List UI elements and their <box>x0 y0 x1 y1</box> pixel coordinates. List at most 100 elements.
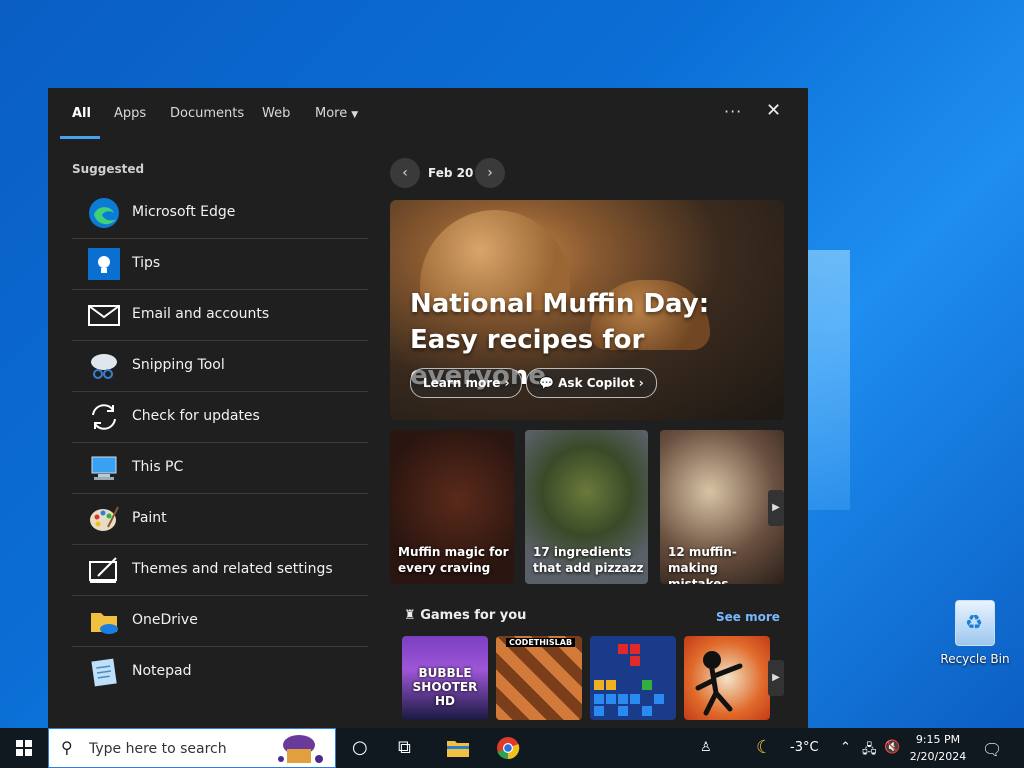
game-tile-bubble-shooter[interactable]: BUBBLE SHOOTER HD <box>402 636 488 720</box>
windows-logo-pane <box>16 749 23 756</box>
list-item-label: Snipping Tool <box>132 357 225 373</box>
taskbar: ⚲ ○ ⧉ ♙ ☾ -3°C ⌃ 🖧 🔇 9:15 PM 2/20/2024 🗨 <box>0 728 1024 768</box>
game-title: BUBBLE SHOOTER HD <box>412 666 478 708</box>
volume-muted-icon[interactable]: 🔇 <box>884 740 900 755</box>
story-card[interactable]: Muffin magic for every craving <box>390 430 514 584</box>
list-item-label: Paint <box>132 510 167 526</box>
suggested-heading: Suggested <box>72 162 145 176</box>
scissors-icon <box>91 354 117 379</box>
chrome-icon[interactable] <box>496 736 520 760</box>
chevron-left-icon[interactable]: ‹ <box>390 158 420 188</box>
windows-start-icon[interactable] <box>16 740 32 756</box>
learn-more-label: Learn more <box>423 376 501 390</box>
game-title: CODETHISLAB <box>506 638 576 647</box>
tab-apps[interactable]: Apps <box>114 106 146 121</box>
list-item-paint[interactable]: Paint <box>72 494 368 545</box>
search-tabs: All Apps Documents Web More ▼ ··· ✕ <box>48 88 808 140</box>
game-tile-chess[interactable]: CODETHISLAB <box>496 636 582 720</box>
people-icon[interactable]: ♙ <box>700 740 712 755</box>
refresh-icon <box>92 404 116 430</box>
stickman-figure <box>695 651 743 716</box>
story-card[interactable]: 12 muffin-making mistakes <box>660 430 784 584</box>
story-card[interactable]: 17 ingredients that add pizzazz <box>525 430 648 584</box>
tab-all[interactable]: All <box>72 106 91 121</box>
list-item-notepad[interactable]: Notepad <box>72 647 368 697</box>
game-tile-stickman[interactable] <box>684 636 770 720</box>
tips-lightbulb-icon <box>88 248 120 280</box>
onedrive-folder-icon <box>91 613 118 634</box>
palette-icon <box>90 506 119 531</box>
tab-web[interactable]: Web <box>262 106 290 121</box>
list-item-snipping-tool[interactable]: Snipping Tool <box>72 341 368 392</box>
list-item-tips[interactable]: Tips <box>72 239 368 290</box>
clock-date: 2/20/2024 <box>909 750 967 763</box>
story-caption: 17 ingredients that add pizzazz <box>533 545 644 575</box>
recycle-bin-icon <box>955 600 995 646</box>
story-cards: Muffin magic for every craving 17 ingred… <box>390 430 786 584</box>
block <box>606 694 616 704</box>
list-item-themes-and-related-settings[interactable]: Themes and related settings <box>72 545 368 596</box>
story-caption: 12 muffin-making mistakes <box>668 545 737 584</box>
block <box>606 680 616 690</box>
games-heading: ♜ Games for you <box>404 608 526 623</box>
block <box>642 680 652 690</box>
list-item-label: OneDrive <box>132 612 198 628</box>
cortana-circle-icon[interactable]: ○ <box>352 737 368 758</box>
scroll-right-arrow-icon[interactable]: ▶ <box>768 490 784 526</box>
block <box>630 644 640 654</box>
recycle-bin-shortcut[interactable]: Recycle Bin <box>940 600 1010 666</box>
caret-down-icon: ▼ <box>351 110 359 120</box>
chevron-right-icon: › <box>638 376 644 390</box>
suggested-list: Microsoft Edge Tips Email and accounts S… <box>72 188 368 697</box>
list-item-label: Check for updates <box>132 408 260 424</box>
list-item-label: This PC <box>132 459 184 475</box>
list-item-label: Microsoft Edge <box>132 204 236 220</box>
search-input[interactable] <box>87 737 271 761</box>
game-tile-blocks[interactable] <box>590 636 676 720</box>
windows-logo-pane <box>25 749 32 756</box>
list-item-label: Notepad <box>132 663 192 679</box>
scroll-right-arrow-icon[interactable]: ▶ <box>768 660 784 696</box>
list-item-label: Tips <box>132 255 161 271</box>
list-item-this-pc[interactable]: This PC <box>72 443 368 494</box>
taskbar-search-box[interactable]: ⚲ <box>48 728 336 768</box>
block <box>618 644 628 654</box>
chat-bubble-icon: 💬 <box>539 376 554 390</box>
hero-card[interactable]: National Muffin Day: Easy recipes for ev… <box>390 200 784 420</box>
recycle-bin-label: Recycle Bin <box>940 652 1010 666</box>
list-item-check-for-updates[interactable]: Check for updates <box>72 392 368 443</box>
close-icon[interactable]: ✕ <box>766 100 781 121</box>
block <box>618 694 628 704</box>
block <box>642 706 652 716</box>
learn-more-button[interactable]: Learn more › <box>410 368 523 398</box>
chevron-up-icon[interactable]: ⌃ <box>840 740 851 755</box>
muffin-doodle-icon <box>278 735 323 763</box>
system-clock[interactable]: 9:15 PM 2/20/2024 <box>908 731 968 765</box>
search-icon: ⚲ <box>61 738 73 757</box>
tab-more[interactable]: More ▼ <box>315 106 358 121</box>
see-more-link[interactable]: See more <box>716 610 780 624</box>
notifications-icon[interactable]: 🗨 <box>982 740 1002 759</box>
ask-copilot-button[interactable]: 💬 Ask Copilot › <box>526 368 657 398</box>
task-view-icon[interactable]: ⧉ <box>398 737 411 758</box>
feed-date: Feb 20 <box>428 166 474 180</box>
weather-temperature[interactable]: -3°C <box>790 740 819 755</box>
notepad-icon <box>91 658 117 687</box>
options-dots-icon[interactable]: ··· <box>724 102 742 121</box>
block <box>654 694 664 704</box>
windows-logo-pane <box>16 740 23 747</box>
list-item-microsoft-edge[interactable]: Microsoft Edge <box>72 188 368 239</box>
games-title: Games for you <box>420 608 527 623</box>
game-controller-icon: ♜ <box>404 608 416 623</box>
network-icon[interactable]: 🖧 <box>862 740 877 762</box>
list-item-label: Email and accounts <box>132 306 270 322</box>
chevron-right-icon[interactable]: › <box>475 158 505 188</box>
computer-icon <box>91 456 117 480</box>
file-explorer-icon[interactable] <box>446 737 470 759</box>
list-item-onedrive[interactable]: OneDrive <box>72 596 368 647</box>
ask-copilot-label: Ask Copilot <box>558 376 635 390</box>
list-item-email-and-accounts[interactable]: Email and accounts <box>72 290 368 341</box>
moon-weather-icon[interactable]: ☾ <box>756 737 772 758</box>
list-item-label: Themes and related settings <box>132 561 333 577</box>
tab-documents[interactable]: Documents <box>170 106 244 121</box>
